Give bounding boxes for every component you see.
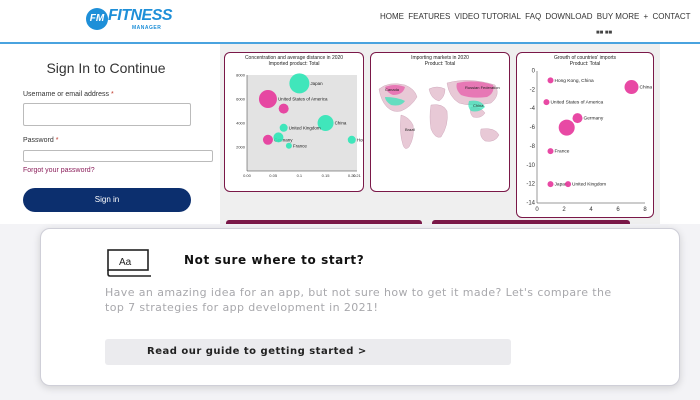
point-label: United States of America <box>278 97 328 102</box>
nav-download[interactable]: DOWNLOAD <box>545 12 592 21</box>
map-label-russia: Russian Federation <box>465 85 500 90</box>
password-input[interactable] <box>23 150 213 162</box>
data-point <box>273 132 284 143</box>
data-point <box>279 123 288 132</box>
data-point <box>543 99 550 106</box>
point-label: United Kingdom <box>289 125 321 130</box>
y-tick-label: -8 <box>530 144 536 150</box>
card-text: Have an amazing idea for an app, but not… <box>105 286 612 314</box>
point-label: Japan <box>310 81 323 86</box>
import-growth-scatter-chart: 0-2-4-6-8-10-12-140 2 4 6 8Hong Kong, ChinaC… <box>526 69 653 214</box>
x-tick-label: 0.15 <box>322 173 331 178</box>
importing-markets-map-panel: Importing markets in 2020 Product: Total… <box>370 52 510 192</box>
concentration-chart-panel: Concentration and average distance in 20… <box>224 52 364 192</box>
read-guide-button[interactable]: Read our guide to getting started > <box>105 339 511 365</box>
x-tick-label: 4 <box>589 207 593 213</box>
map-label-brazil: Brazil <box>405 127 415 132</box>
signin-title: Sign In to Continue <box>46 60 166 76</box>
data-point <box>547 148 554 155</box>
concentration-scatter-chart: 80006000400020000.00 0.05 0.1 0.15 0.200.21J… <box>236 73 364 179</box>
data-point <box>565 181 572 188</box>
y-tick-label: 0 <box>532 69 536 75</box>
dashboard-area: Concentration and average distance in 20… <box>220 44 660 224</box>
point-label: United States of America <box>550 100 603 106</box>
y-tick-label: -6 <box>530 125 536 131</box>
signin-button[interactable]: Sign in <box>23 188 191 212</box>
logo-word: FITNESS <box>108 7 173 24</box>
y-tick-label: -4 <box>530 106 536 112</box>
username-input[interactable] <box>23 103 191 126</box>
guide-card: Aa Not sure where to start? Have an amaz… <box>40 228 680 386</box>
x-tick-label: 6 <box>616 207 620 213</box>
point-label: China <box>335 121 347 126</box>
y-tick-label: -12 <box>526 182 535 188</box>
map-label-canada: Canada <box>385 87 400 92</box>
point-label: Hong Kong, China <box>555 78 595 84</box>
book-icon-text: Aa <box>119 257 132 268</box>
signin-panel: Sign In to Continue Username or email ad… <box>0 44 220 224</box>
nav-features[interactable]: FEATURES <box>408 12 450 21</box>
password-label: Password * <box>23 137 59 144</box>
data-point <box>547 181 554 188</box>
nav-home[interactable]: HOME <box>380 12 404 21</box>
data-point <box>347 135 356 144</box>
x-tick-label: 8 <box>643 207 647 213</box>
map-label-china: China <box>473 103 484 108</box>
x-tick-label: 0.1 <box>297 173 303 178</box>
data-point <box>262 134 273 145</box>
data-point <box>289 73 310 94</box>
y-tick-label: -2 <box>530 87 536 93</box>
y-tick-label: -14 <box>526 201 535 207</box>
x-tick-label: 2 <box>562 207 566 213</box>
world-map: Russian Federation Canada China Brazil <box>378 80 500 149</box>
fitness-manager-logo[interactable]: FM FITNESS MANAGER <box>86 6 176 36</box>
nav-more-symbol: + <box>643 12 649 21</box>
point-label: China <box>640 85 653 91</box>
data-point <box>558 119 575 136</box>
point-label: Germany <box>584 116 604 122</box>
data-point <box>285 142 292 149</box>
nav-contact[interactable]: CONTACT <box>652 12 690 21</box>
x-tick-label: 0.05 <box>269 173 278 178</box>
data-point <box>258 90 277 108</box>
point-label: France <box>293 143 308 148</box>
y-tick-label: 4000 <box>236 121 246 126</box>
y-tick-label: 6000 <box>236 97 246 102</box>
import-growth-chart-panel: Growth of countries' imports Product: To… <box>516 52 654 218</box>
data-point <box>572 113 583 124</box>
data-point <box>547 77 554 84</box>
x-tick-label: 0.00 <box>243 173 252 178</box>
y-tick-label: 2000 <box>236 145 246 150</box>
point-label: Hong Kong, China <box>357 137 364 142</box>
language-flags-icon[interactable]: ■■ ■■ <box>596 30 612 36</box>
card-title: Not sure where to start? <box>184 253 365 267</box>
y-tick-label: -10 <box>526 163 535 169</box>
data-point <box>278 103 289 114</box>
main-nav: HOME FEATURES VIDEO TUTORIAL FAQ DOWNLOA… <box>380 12 693 21</box>
username-label: Username or email address * <box>23 91 114 98</box>
nav-faq[interactable]: FAQ <box>525 12 541 21</box>
logo-subtitle: MANAGER <box>132 25 162 31</box>
point-label: United Kingdom <box>572 182 606 188</box>
x-tick-label: 0.21 <box>353 173 362 178</box>
forgot-password-link[interactable]: Forgot your password? <box>23 167 95 174</box>
nav-buy-more[interactable]: BUY MORE <box>597 12 640 21</box>
site-header: FM FITNESS MANAGER HOME FEATURES VIDEO T… <box>0 0 700 44</box>
book-icon: Aa <box>107 249 151 277</box>
point-label: France <box>555 149 570 155</box>
data-point <box>624 80 639 95</box>
x-tick-label: 0 <box>535 207 539 213</box>
logo-badge: FM <box>86 8 108 30</box>
nav-video-tutorial[interactable]: VIDEO TUTORIAL <box>455 12 521 21</box>
y-tick-label: 8000 <box>236 73 246 78</box>
